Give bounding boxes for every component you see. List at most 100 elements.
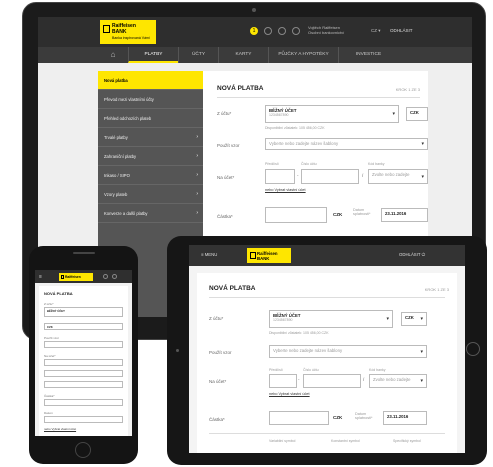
currency-select[interactable]: CZK [406,107,428,121]
from-account-select[interactable]: BĚŽNÝ ÚČET 1234567890 ▾ [265,105,399,123]
user-role: Osobní bankovnictví [308,30,345,35]
phone-device: ≡ Raiffeisen NOVÁ PLATBA Z účtu* BĚŽNÝ Ú… [29,246,138,464]
bank-code-placeholder: Zvolte nebo zadejte [373,377,411,382]
constant-symbol-label: Konstantní symbol [331,439,360,443]
page-title: NOVÁ PLATBA [217,85,264,92]
brand-logo[interactable]: Raiffeisen BANK [247,248,291,263]
currency-select[interactable]: CZK [44,323,123,330]
currency-select[interactable]: CZK ▾ [401,312,427,326]
sidebar-item-nova-platba[interactable]: Nová platba [98,71,203,90]
nav-item-pujcky[interactable]: PŮJČKY A HYPOTÉKY [268,47,338,63]
prefix-input[interactable] [269,374,297,388]
payment-form: NOVÁ PLATBA Z účtu* BĚŽNÝ ÚČET CZK Použí… [39,286,128,436]
notification-icon[interactable]: 1 [250,27,258,35]
amount-input[interactable] [265,207,327,223]
bank-code-label: Kód banky [368,162,385,166]
template-select[interactable] [44,341,123,348]
home-button[interactable] [466,342,480,356]
bank-code-select[interactable]: Zvolte nebo zadejte ▾ [369,374,427,388]
account-number-input[interactable] [301,169,359,184]
page-title: NOVÁ PLATBA [44,291,73,296]
select-own-account-link[interactable]: nebo Vybrat vlastní účet [269,392,310,396]
separator: / [362,173,364,178]
menu-button[interactable]: ≡ MENU [201,252,217,257]
phone-screen: ≡ Raiffeisen NOVÁ PLATBA Z účtu* BĚŽNÝ Ú… [35,270,132,436]
from-account-select[interactable]: BĚŽNÝ ÚČET [44,307,123,317]
due-date-value: 23.11.2016 [385,211,407,216]
sidebar-item-trvale[interactable]: Trvalé platby › [98,128,203,147]
chevron-right-icon: › [196,134,198,140]
template-select[interactable]: Vyberte nebo zadejte název šablony ▾ [265,138,428,150]
nav-item-platby[interactable]: PLATBY [128,47,178,63]
logout-button[interactable]: ODHLÁSIT ⏻ [399,252,425,257]
raiffeisen-logo-icon [250,252,256,259]
due-date-input[interactable]: 23.11.2016 [383,411,427,425]
template-select[interactable]: Vyberte nebo zadejte název šablony ▾ [269,345,427,358]
from-account-value: BĚŽNÝ ÚČET [47,309,65,313]
chevron-right-icon: › [196,210,198,216]
sidebar-item-konverze[interactable]: Konverze a další platby › [98,204,203,223]
payment-form: NOVÁ PLATBA KROK 1 ZE 3 Z účtu* BĚŽNÝ ÚČ… [197,273,457,453]
due-date-input[interactable] [44,416,123,423]
brand-logo[interactable]: Raiffeisen [59,273,93,281]
from-account-select[interactable]: BĚŽNÝ ÚČET 1234567890 ▾ [269,310,393,328]
sidebar-item-prehled[interactable]: Přehled odchozích plateb [98,109,203,128]
divider [209,297,445,298]
from-account-label: Z účtu* [44,302,54,306]
nav-item-ucty[interactable]: ÚČTY [178,47,218,63]
to-account-label: Na účet* [217,175,235,180]
separator: - [298,377,300,382]
bank-code-select[interactable]: Zvolte nebo zadejte ▾ [368,169,428,184]
menu-icon[interactable]: ≡ [39,274,42,280]
amount-currency: CZK [333,212,343,217]
chevron-down-icon: ▾ [420,378,423,384]
sidebar-item-inkaso[interactable]: Inkaso / SIPO › [98,166,203,185]
prefix-input[interactable] [44,359,123,366]
nav-item-karty[interactable]: KARTY [218,47,268,63]
step-indicator: KROK 1 ZE 3 [424,287,449,292]
template-label: Použít vzor [217,143,240,148]
template-placeholder: Vyberte nebo zadejte název šablony [273,348,343,353]
due-date-value: 23.11.2016 [387,414,409,419]
raiffeisen-logo-icon [61,275,64,279]
to-account-label: Na účet* [44,354,56,358]
sidebar-item-label: Vzory plateb [104,192,128,197]
notification-icon[interactable] [103,274,108,279]
tablet-device: ≡ MENU Raiffeisen BANK ODHLÁSIT ⏻ NOVÁ P… [167,236,487,465]
amount-input[interactable] [44,399,123,406]
from-account-number: 1234567890 [273,318,293,322]
home-icon[interactable]: ⌂ [98,47,128,63]
sidebar-item-prevod[interactable]: Převod mezi vlastními účty [98,90,203,109]
main-nav: ⌂ PLATBY ÚČTY KARTY PŮJČKY A HYPOTÉKY IN… [38,47,472,63]
logout-button[interactable]: ODHLÁSIT [390,28,413,33]
language-selector[interactable]: CZ ▾ [371,28,381,34]
amount-label: Částka* [209,417,225,422]
camera-icon [252,8,256,12]
brand-logo[interactable]: Raiffeisen BANK Banka inspirovaná Vámi [100,20,156,44]
amount-currency: CZK [333,415,343,420]
prefix-label: Předčíslí [269,368,283,372]
power-icon[interactable] [112,274,117,279]
sidebar-item-vzory[interactable]: Vzory plateb › [98,185,203,204]
due-date-input[interactable]: 23.11.2016 [381,208,428,222]
sidebar-item-label: Trvalé platby [104,135,128,140]
home-button[interactable] [75,442,91,458]
from-account-label: Z účtu* [209,316,224,321]
logout-label: ODHLÁSIT [399,252,421,257]
sidebar-item-zahranicni[interactable]: Zahraniční platby › [98,147,203,166]
account-number-input[interactable] [303,374,361,388]
available-balance: Disponibilní zůstatek: 105 456,00 CZK [265,126,325,130]
select-own-account-link[interactable]: nebo Vybrat vlastní účet [44,427,76,431]
mail-icon[interactable] [264,27,272,35]
prefix-input[interactable] [265,169,295,184]
settings-icon[interactable] [278,27,286,35]
currency-value: CZK [47,325,53,329]
bank-code-select[interactable] [44,381,123,388]
camera-icon [176,349,179,352]
user-info[interactable]: Vojtěch Raiffeisen Osobní bankovnictví [308,25,344,35]
amount-input[interactable] [269,411,329,425]
select-own-account-link[interactable]: nebo Vybrat vlastní účet [265,188,306,192]
gear-icon[interactable] [292,27,300,35]
nav-item-investice[interactable]: INVESTICE [338,47,398,63]
account-number-input[interactable] [44,370,123,377]
